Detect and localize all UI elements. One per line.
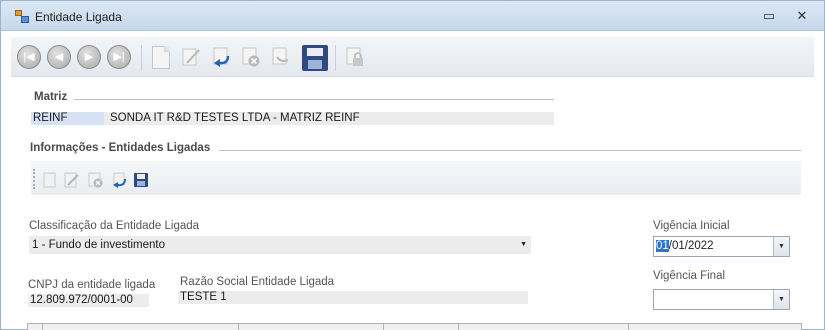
entidades-grid-header bbox=[27, 323, 802, 330]
chevron-down-icon: ▼ bbox=[520, 241, 527, 248]
redo-icon bbox=[272, 47, 289, 65]
matriz-name-field: SONDA IT R&D TESTES LTDA - MATRIZ REINF bbox=[104, 112, 554, 125]
save-button[interactable] bbox=[300, 43, 328, 71]
delete-button[interactable] bbox=[237, 43, 265, 71]
chevron-down-icon[interactable]: ▼ bbox=[773, 237, 789, 256]
section-divider bbox=[74, 99, 554, 100]
toolbar-separator bbox=[335, 45, 336, 71]
title-bar: Entidade Ligada ▭ ✕ bbox=[1, 1, 824, 31]
first-record-button[interactable]: |◀ bbox=[15, 43, 43, 71]
last-record-icon: ▶| bbox=[107, 45, 131, 69]
grid-column-divider bbox=[458, 324, 459, 330]
new-document-icon bbox=[43, 172, 56, 188]
undo-button[interactable] bbox=[207, 43, 235, 71]
section-title-matriz: Matriz bbox=[34, 91, 68, 103]
edit-button[interactable] bbox=[177, 43, 205, 71]
cnpj-label: CNPJ da entidade ligada bbox=[28, 279, 156, 291]
matriz-code-field: REINF bbox=[31, 112, 104, 125]
entidade-delete-button[interactable] bbox=[88, 172, 104, 188]
razao-social-label: Razão Social Entidade Ligada bbox=[180, 276, 335, 288]
razao-social-field[interactable]: TESTE 1 bbox=[178, 291, 528, 304]
entidade-undo-button[interactable] bbox=[111, 172, 127, 188]
toolbar-grip bbox=[33, 169, 35, 189]
edit-icon bbox=[182, 48, 200, 66]
main-toolbar: |◀ ◀ ▶ ▶| bbox=[11, 37, 814, 77]
window: Entidade Ligada ▭ ✕ |◀ ◀ ▶ ▶| Matriz REI… bbox=[0, 0, 825, 330]
entidade-new-button[interactable] bbox=[42, 172, 58, 188]
new-document-icon bbox=[152, 46, 170, 69]
lock-button[interactable] bbox=[341, 43, 369, 71]
save-icon bbox=[302, 45, 328, 71]
edit-icon bbox=[64, 172, 79, 188]
toolbar-separator bbox=[141, 45, 142, 71]
classificacao-label: Classificação da Entidade Ligada bbox=[29, 220, 200, 232]
save-icon bbox=[134, 173, 148, 187]
previous-record-button[interactable]: ◀ bbox=[45, 43, 73, 71]
minimize-button[interactable]: ▭ bbox=[759, 9, 779, 25]
classificacao-select[interactable]: 1 - Fundo de investimento ▼ bbox=[29, 236, 531, 254]
next-record-icon: ▶ bbox=[77, 45, 101, 69]
lock-icon bbox=[346, 47, 363, 66]
new-button[interactable] bbox=[147, 43, 175, 71]
window-title: Entidade Ligada bbox=[35, 10, 122, 24]
entidade-edit-button[interactable] bbox=[64, 172, 80, 188]
classificacao-value: 1 - Fundo de investimento bbox=[32, 239, 165, 251]
grid-column-divider bbox=[42, 324, 43, 330]
entidade-save-button[interactable] bbox=[133, 172, 149, 188]
vigencia-inicial-label: Vigência Inicial bbox=[653, 220, 730, 232]
vigencia-inicial-day-selected: 01 bbox=[656, 240, 669, 252]
app-icon bbox=[15, 10, 29, 23]
previous-record-icon: ◀ bbox=[47, 45, 71, 69]
undo-icon bbox=[113, 172, 126, 188]
vigencia-inicial-date-picker[interactable]: 01/01/2022 ▼ bbox=[653, 236, 790, 257]
first-record-icon: |◀ bbox=[17, 45, 41, 69]
section-title-entidades: Informações - Entidades Ligadas bbox=[30, 142, 211, 154]
grid-column-divider bbox=[383, 324, 384, 330]
delete-icon bbox=[88, 172, 103, 188]
entidades-toolbar bbox=[31, 161, 801, 195]
chevron-down-icon[interactable]: ▼ bbox=[773, 290, 789, 309]
delete-icon bbox=[242, 47, 260, 67]
next-record-button[interactable]: ▶ bbox=[75, 43, 103, 71]
undo-icon bbox=[213, 47, 230, 67]
redo-button[interactable] bbox=[267, 43, 295, 71]
vigencia-inicial-rest: /01/2022 bbox=[668, 240, 714, 252]
grid-column-divider bbox=[238, 324, 239, 330]
grid-column-divider bbox=[628, 324, 629, 330]
section-divider bbox=[219, 150, 801, 151]
cnpj-field[interactable]: 12.809.972/0001-00 bbox=[28, 294, 149, 307]
last-record-button[interactable]: ▶| bbox=[105, 43, 133, 71]
vigencia-final-date-picker[interactable]: ▼ bbox=[653, 289, 790, 310]
close-button[interactable]: ✕ bbox=[792, 9, 812, 25]
vigencia-final-label: Vigência Final bbox=[653, 270, 726, 282]
